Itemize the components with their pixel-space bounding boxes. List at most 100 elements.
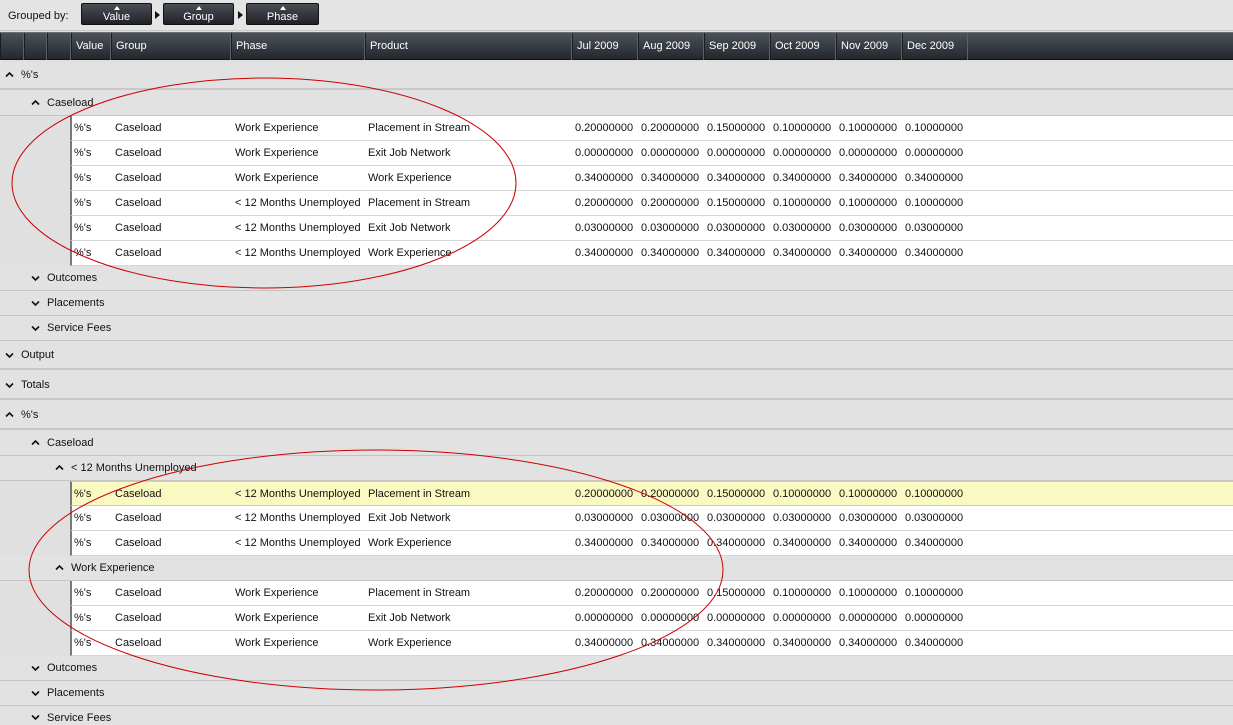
cell-value: %'s [74,587,92,599]
table-row[interactable]: %'s Caseload < 12 Months Unemployed Plac… [70,191,1233,216]
cell-group: Caseload [115,512,162,524]
header-product[interactable]: Product [365,33,572,60]
group-row-caseload[interactable]: Caseload [0,431,1233,456]
group-row-work-experience[interactable]: Work Experience [0,556,1233,581]
cell-group: Caseload [115,247,162,259]
cell-group: Caseload [115,637,162,649]
table-row[interactable]: %'s Caseload < 12 Months Unemployed Exit… [70,506,1233,531]
group-row-placements[interactable]: Placements [0,681,1233,706]
cell-phase: Work Experience [235,147,319,159]
chevron-down-icon[interactable] [5,350,14,359]
table-row[interactable]: %'s Caseload Work Experience Placement i… [70,581,1233,606]
cell-oct: 0.00000000 [773,147,832,159]
table-row[interactable]: %'s Caseload Work Experience Placement i… [70,116,1233,141]
chevron-down-icon[interactable] [31,713,40,722]
group-row-percent[interactable]: %'s [0,62,1233,90]
group-row-totals[interactable]: Totals [0,371,1233,400]
chevron-up-icon[interactable] [55,464,64,473]
cell-sep: 0.03000000 [707,222,766,234]
header-group[interactable]: Group [111,33,231,60]
header-sep-2009[interactable]: Sep 2009 [704,33,770,60]
cell-jul: 0.00000000 [575,612,634,624]
group-row-outcomes[interactable]: Outcomes [0,656,1233,681]
header-jul-2009[interactable]: Jul 2009 [572,33,638,60]
header-dec-2009[interactable]: Dec 2009 [902,33,968,60]
group-row-caseload[interactable]: Caseload [0,91,1233,116]
group-label: Caseload [47,97,94,109]
group-label: Service Fees [47,712,112,724]
cell-oct: 0.34000000 [773,637,832,649]
group-row-output[interactable]: Output [0,341,1233,370]
group-label: %'s [21,69,39,81]
header-nov-2009[interactable]: Nov 2009 [836,33,902,60]
header-stub [24,33,47,60]
cell-oct: 0.34000000 [773,247,832,259]
cell-phase: Work Experience [235,637,319,649]
cell-dec: 0.34000000 [905,172,964,184]
chevron-down-icon[interactable] [31,689,40,698]
group-chip-value[interactable]: Value [81,3,152,25]
chevron-down-icon[interactable] [5,380,14,389]
table-row[interactable]: %'s Caseload Work Experience Work Experi… [70,166,1233,191]
column-header: Value Group Phase Product Jul 2009 Aug 2… [0,32,1233,60]
header-phase[interactable]: Phase [231,33,365,60]
cell-value: %'s [74,512,92,524]
cell-dec: 0.34000000 [905,637,964,649]
cell-jul: 0.00000000 [575,147,634,159]
table-row[interactable]: %'s Caseload Work Experience Exit Job Ne… [70,606,1233,631]
cell-nov: 0.10000000 [839,197,898,209]
chevron-up-icon[interactable] [31,439,40,448]
cell-dec: 0.10000000 [905,122,964,134]
chevron-down-icon[interactable] [31,274,40,283]
group-row-service-fees[interactable]: Service Fees [0,316,1233,341]
group-row-lt12-months[interactable]: < 12 Months Unemployed [0,456,1233,481]
cell-oct: 0.10000000 [773,587,832,599]
group-chip-phase[interactable]: Phase [246,3,319,25]
table-row[interactable]: %'s Caseload Work Experience Work Experi… [70,631,1233,656]
cell-nov: 0.00000000 [839,612,898,624]
chevron-down-icon[interactable] [31,324,40,333]
header-aug-2009[interactable]: Aug 2009 [638,33,704,60]
header-value[interactable]: Value [71,33,111,60]
group-row-percent[interactable]: %'s [0,401,1233,430]
table-row[interactable]: %'s Caseload < 12 Months Unemployed Exit… [70,216,1233,241]
chevron-up-icon[interactable] [5,410,14,419]
cell-sep: 0.15000000 [707,488,766,500]
cell-aug: 0.20000000 [641,488,700,500]
group-label: %'s [21,408,39,421]
table-row-selected[interactable]: %'s Caseload < 12 Months Unemployed Plac… [70,481,1233,506]
chevron-up-icon[interactable] [31,99,40,108]
cell-oct: 0.10000000 [773,488,832,500]
cell-phase: < 12 Months Unemployed [235,197,361,209]
grouped-by-label: Grouped by: [8,10,69,22]
chevron-down-icon[interactable] [31,299,40,308]
table-row[interactable]: %'s Caseload < 12 Months Unemployed Work… [70,531,1233,556]
group-row-placements[interactable]: Placements [0,291,1233,316]
cell-group: Caseload [115,612,162,624]
cell-dec: 0.03000000 [905,512,964,524]
group-label: Outcomes [47,272,98,284]
group-chip-label: Group [183,11,214,23]
cell-jul: 0.20000000 [575,197,634,209]
cell-product: Placement in Stream [368,488,471,500]
group-label: < 12 Months Unemployed [71,462,197,474]
cell-sep: 0.34000000 [707,247,766,259]
chevron-down-icon[interactable] [31,664,40,673]
table-row[interactable]: %'s Caseload < 12 Months Unemployed Work… [70,241,1233,266]
group-row-service-fees[interactable]: Service Fees [0,706,1233,725]
table-row[interactable]: %'s Caseload Work Experience Exit Job Ne… [70,141,1233,166]
cell-dec: 0.34000000 [905,247,964,259]
grouped-by-bar: Grouped by: Value Group Phase [0,0,1233,31]
header-oct-2009[interactable]: Oct 2009 [770,33,836,60]
cell-jul: 0.20000000 [575,587,634,599]
chevron-up-icon[interactable] [5,71,14,80]
cell-phase: Work Experience [235,587,319,599]
chevron-up-icon[interactable] [55,564,64,573]
group-chip-group[interactable]: Group [163,3,234,25]
cell-phase: < 12 Months Unemployed [235,247,361,259]
cell-phase: < 12 Months Unemployed [235,537,361,549]
group-row-outcomes[interactable]: Outcomes [0,266,1233,291]
group-label: Totals [21,378,50,391]
cell-jul: 0.03000000 [575,222,634,234]
cell-oct: 0.03000000 [773,222,832,234]
